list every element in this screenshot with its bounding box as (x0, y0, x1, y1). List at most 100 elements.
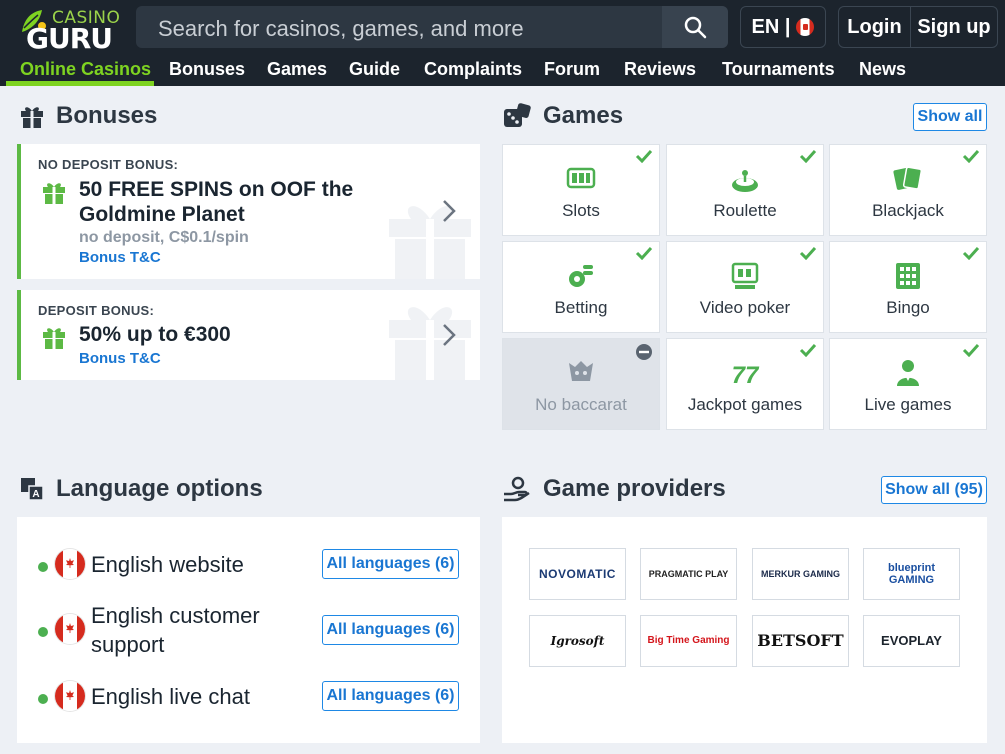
status-dot (38, 562, 48, 572)
checkmark-icon (962, 343, 980, 362)
provider-blueprint-gaming[interactable]: blueprint GAMING (863, 548, 960, 600)
provider-pragmatic-play[interactable]: PRAGMATIC PLAY (640, 548, 737, 600)
chevron-right-icon (443, 324, 456, 346)
game-category-slots[interactable]: Slots (502, 144, 660, 236)
game-label: Bingo (886, 298, 930, 317)
provider-novomatic[interactable]: NOVOMATIC (529, 548, 626, 600)
game-label: Live games (864, 395, 952, 414)
game-category-video-poker[interactable]: Video poker (666, 241, 824, 333)
game-category-betting[interactable]: Betting (502, 241, 660, 333)
nav-bonuses[interactable]: Bonuses (169, 59, 245, 80)
games-title: Games (543, 102, 624, 129)
gift-watermark-icon (389, 307, 471, 380)
gift-icon (43, 183, 65, 204)
nav-reviews[interactable]: Reviews (624, 59, 696, 80)
game-label: Betting (554, 298, 608, 317)
providers-show-all-button[interactable]: Show all (95) (881, 476, 987, 504)
all-languages-button[interactable]: All languages (6) (322, 549, 459, 579)
roulette-icon (729, 163, 761, 195)
provider-name: MERKUR GAMING (761, 569, 840, 579)
provider-name: NOVOMATIC (539, 567, 616, 581)
bonus-details: no deposit, C$0.1/spin (79, 229, 249, 246)
games-heading: Games (503, 102, 623, 130)
gift-icon (21, 107, 43, 128)
language-row-support: English customer support All languages (… (17, 601, 480, 661)
nav-online-casinos[interactable]: Online Casinos (20, 59, 151, 80)
search-input[interactable]: Search for casinos, games, and more (158, 16, 524, 42)
minus-circle-icon (635, 343, 653, 366)
language-label: English customer support (91, 603, 260, 657)
translate-icon: A (21, 478, 44, 501)
nav-news[interactable]: News (859, 59, 906, 80)
checkmark-icon (799, 246, 817, 265)
status-dot (38, 694, 48, 704)
provider-evoplay[interactable]: EVOPLAY (863, 615, 960, 667)
gift-icon (43, 328, 65, 349)
nav-forum[interactable]: Forum (544, 59, 600, 80)
nav-guide[interactable]: Guide (349, 59, 400, 80)
auth-buttons: Login Sign up (838, 6, 998, 48)
search-icon (684, 16, 707, 39)
checkmark-icon (799, 343, 817, 362)
language-options-heading: A Language options (20, 475, 263, 503)
provider-igrosoft[interactable]: Igrosoft (529, 615, 626, 667)
game-category-live-games[interactable]: Live games (829, 338, 987, 430)
game-category-no-baccarat[interactable]: No baccarat (502, 338, 660, 430)
provider-name: blueprint GAMING (887, 562, 936, 586)
signup-button[interactable]: Sign up (911, 7, 997, 47)
checkmark-icon (635, 246, 653, 265)
login-button[interactable]: Login (839, 7, 911, 47)
game-category-bingo[interactable]: Bingo (829, 241, 987, 333)
baccarat-icon (565, 357, 597, 389)
provider-merkur-gaming[interactable]: MERKUR GAMING (752, 548, 849, 600)
language-label: English website (91, 552, 244, 577)
language-row-website: English website All languages (6) (17, 545, 480, 585)
canada-flag-icon (55, 681, 85, 711)
game-category-blackjack[interactable]: Blackjack (829, 144, 987, 236)
canada-flag-icon (796, 18, 815, 36)
bonus-kind: NO DEPOSIT BONUS: (38, 157, 179, 172)
search-bar[interactable]: Search for casinos, games, and more (136, 6, 728, 48)
language-code: EN | (751, 15, 791, 38)
all-languages-button[interactable]: All languages (6) (322, 615, 459, 645)
language-panel: English website All languages (6) Englis… (17, 517, 480, 743)
language-row-chat: English live chat All languages (6) (17, 677, 480, 717)
game-providers-title: Game providers (543, 475, 726, 502)
chevron-right-icon (443, 200, 456, 222)
providers-panel: NOVOMATIC PRAGMATIC PLAY MERKUR GAMING b… (502, 517, 987, 743)
bonus-card-deposit[interactable]: DEPOSIT BONUS: 50% up to €300 Bonus T&C (17, 290, 480, 380)
video-poker-icon (729, 260, 761, 292)
game-label: No baccarat (535, 395, 627, 414)
bingo-icon (892, 260, 924, 292)
status-dot (38, 627, 48, 637)
live-dealer-icon (892, 357, 924, 389)
game-label: Jackpot games (687, 395, 803, 414)
bonus-tc-link[interactable]: Bonus T&C (79, 249, 161, 266)
bonus-title: 50% up to €300 (79, 323, 231, 346)
provider-betsoft[interactable]: BETSOFT (752, 615, 849, 667)
dice-icon (504, 103, 531, 127)
provider-name: PRAGMATIC PLAY (648, 569, 729, 579)
bonuses-title: Bonuses (56, 102, 158, 129)
search-button[interactable] (662, 6, 728, 48)
game-label: Blackjack (872, 201, 944, 220)
provider-big-time-gaming[interactable]: Big Time Gaming (640, 615, 737, 667)
cards-icon (892, 163, 924, 195)
nav-tournaments[interactable]: Tournaments (722, 59, 835, 80)
nav-complaints[interactable]: Complaints (424, 59, 522, 80)
game-category-roulette[interactable]: Roulette (666, 144, 824, 236)
checkmark-icon (962, 149, 980, 168)
bonus-card-no-deposit[interactable]: NO DEPOSIT BONUS: 50 FREE SPINS on OOF t… (17, 144, 480, 279)
svg-text:A: A (32, 489, 39, 500)
games-show-all-button[interactable]: Show all (913, 103, 987, 131)
game-category-jackpot-games[interactable]: 77 Jackpot games (666, 338, 824, 430)
canada-flag-icon (55, 614, 85, 644)
all-languages-button[interactable]: All languages (6) (322, 681, 459, 711)
bonus-kind: DEPOSIT BONUS: (38, 303, 155, 318)
casino-guru-logo[interactable]: CASINO GURU (18, 6, 124, 55)
nav-games[interactable]: Games (267, 59, 327, 80)
bonuses-heading: Bonuses (20, 102, 157, 130)
site-header: CASINO GURU Search for casinos, games, a… (0, 0, 1005, 86)
bonus-tc-link[interactable]: Bonus T&C (79, 350, 161, 367)
language-selector[interactable]: EN | (740, 6, 826, 48)
